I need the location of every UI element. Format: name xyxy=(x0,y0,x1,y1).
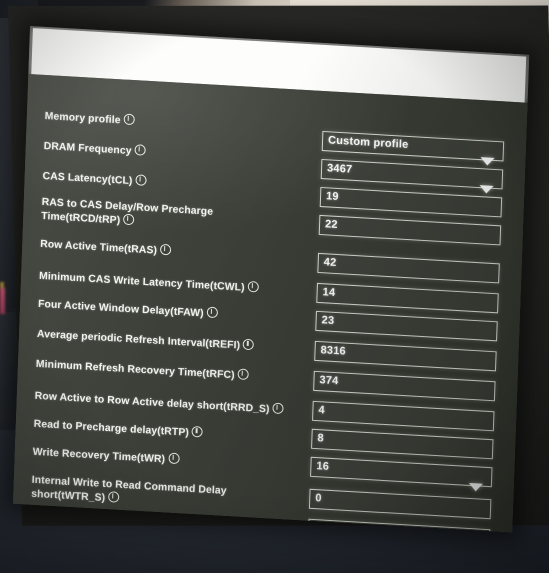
info-icon[interactable] xyxy=(191,425,204,438)
setting-label-text: Read to Precharge delay(tRTP) xyxy=(33,418,190,439)
setting-textbox[interactable]: 42 xyxy=(317,252,500,284)
setting-textbox[interactable]: 19 xyxy=(319,186,503,218)
setting-value: 42 xyxy=(323,256,337,269)
setting-label-text: CAS Latency(tCL) xyxy=(42,170,133,188)
info-icon[interactable] xyxy=(247,280,259,293)
bios-settings-panel: Memory profile DRAM Frequency CAS Latency(… xyxy=(12,73,528,533)
info-icon[interactable] xyxy=(242,338,255,351)
setting-label-text: Row Active to Row Active delay short(tRR… xyxy=(34,390,270,416)
background-pink-light xyxy=(0,288,5,314)
setting-label-text: Four Active Window Delay(tFAW) xyxy=(37,298,204,320)
setting-label: Memory profile xyxy=(45,109,135,128)
setting-label: Average periodic Refresh Interval(tREFI) xyxy=(37,327,255,353)
setting-label: Four Active Window Delay(tFAW) xyxy=(38,297,218,321)
setting-value: 8316 xyxy=(320,344,347,358)
setting-value: 0 xyxy=(315,492,322,505)
setting-label: Read to Precharge delay(tRTP) xyxy=(34,417,204,440)
info-icon[interactable] xyxy=(272,402,284,415)
setting-dropdown[interactable]: 3467 xyxy=(320,158,504,194)
setting-value: 3467 xyxy=(326,162,353,176)
setting-label: Row Active to Row Active delay short(tRR… xyxy=(35,389,284,417)
setting-dropdown[interactable]: Custom profile xyxy=(321,130,505,166)
setting-label: Minimum CAS Write Latency Time(tCWL) xyxy=(39,269,259,295)
setting-dropdown[interactable]: 16 xyxy=(310,456,493,492)
setting-textbox[interactable]: 0 xyxy=(308,488,492,520)
setting-value: 4 xyxy=(318,404,325,417)
setting-textbox[interactable]: 8 xyxy=(311,428,494,460)
setting-value: Custom profile xyxy=(327,134,409,151)
setting-label-text: Write Recovery Time(tWR) xyxy=(32,446,166,466)
setting-value: 23 xyxy=(321,314,335,327)
setting-value: 16 xyxy=(316,460,330,473)
setting-label: RAS to CAS Delay/Row Precharge Time(tRCD… xyxy=(41,197,213,232)
setting-label: Internal Write to Read Command Delay sho… xyxy=(31,475,227,511)
chevron-down-icon[interactable] xyxy=(468,482,483,492)
setting-label: Row Active Time(tRAS) xyxy=(39,237,172,258)
settings-field-column: Custom profile 3467 19 22 42 14 23 8316 374 4 8 16 0… xyxy=(307,91,527,533)
setting-label: CAS Latency(tCL) xyxy=(42,169,147,189)
chevron-down-icon[interactable] xyxy=(480,157,495,166)
info-icon[interactable] xyxy=(167,452,180,465)
setting-label-text: Average periodic Refresh Interval(tREFI) xyxy=(36,328,241,352)
monitor-screen: Memory profile DRAM Frequency CAS Latency(… xyxy=(12,26,530,533)
setting-textbox[interactable]: 8316 xyxy=(314,340,497,372)
setting-textbox[interactable]: 23 xyxy=(315,310,498,342)
setting-textbox[interactable]: 14 xyxy=(316,282,499,314)
info-icon[interactable] xyxy=(123,113,135,126)
chevron-down-icon[interactable] xyxy=(479,185,494,194)
info-icon[interactable] xyxy=(159,243,172,256)
setting-textbox[interactable]: 22 xyxy=(318,214,502,246)
setting-value: 14 xyxy=(322,286,336,299)
setting-label-text: Memory profile xyxy=(44,110,121,127)
setting-label-text: Minimum CAS Write Latency Time(tCWL) xyxy=(38,270,245,294)
setting-label: Write Recovery Time(tWR) xyxy=(33,445,180,467)
info-icon[interactable] xyxy=(108,490,120,503)
setting-label-text: Minimum Refresh Recovery Time(tRFC) xyxy=(35,358,235,382)
setting-label-text: Internal Write to Read Command Delay sho… xyxy=(31,474,227,504)
setting-value: 19 xyxy=(325,190,339,204)
info-icon[interactable] xyxy=(135,174,147,186)
setting-label-text: Row Active Time(tRAS) xyxy=(39,238,158,257)
setting-textbox[interactable]: 374 xyxy=(313,370,496,402)
setting-value: 8 xyxy=(317,432,324,445)
setting-label: Minimum Refresh Recovery Time(tRFC) xyxy=(36,357,249,383)
setting-value: 22 xyxy=(324,218,338,231)
setting-value: 374 xyxy=(319,374,339,388)
info-icon[interactable] xyxy=(237,368,249,381)
monitor-photo: Memory profile DRAM Frequency CAS Latency(… xyxy=(0,0,549,573)
setting-label-text: DRAM Frequency xyxy=(43,140,132,158)
setting-label: DRAM Frequency xyxy=(43,139,146,158)
info-icon[interactable] xyxy=(134,144,146,156)
setting-textbox[interactable]: 4 xyxy=(312,400,495,432)
info-icon[interactable] xyxy=(206,306,218,319)
info-icon[interactable] xyxy=(123,213,135,225)
bios-screen: Memory profile DRAM Frequency CAS Latency(… xyxy=(12,26,530,533)
